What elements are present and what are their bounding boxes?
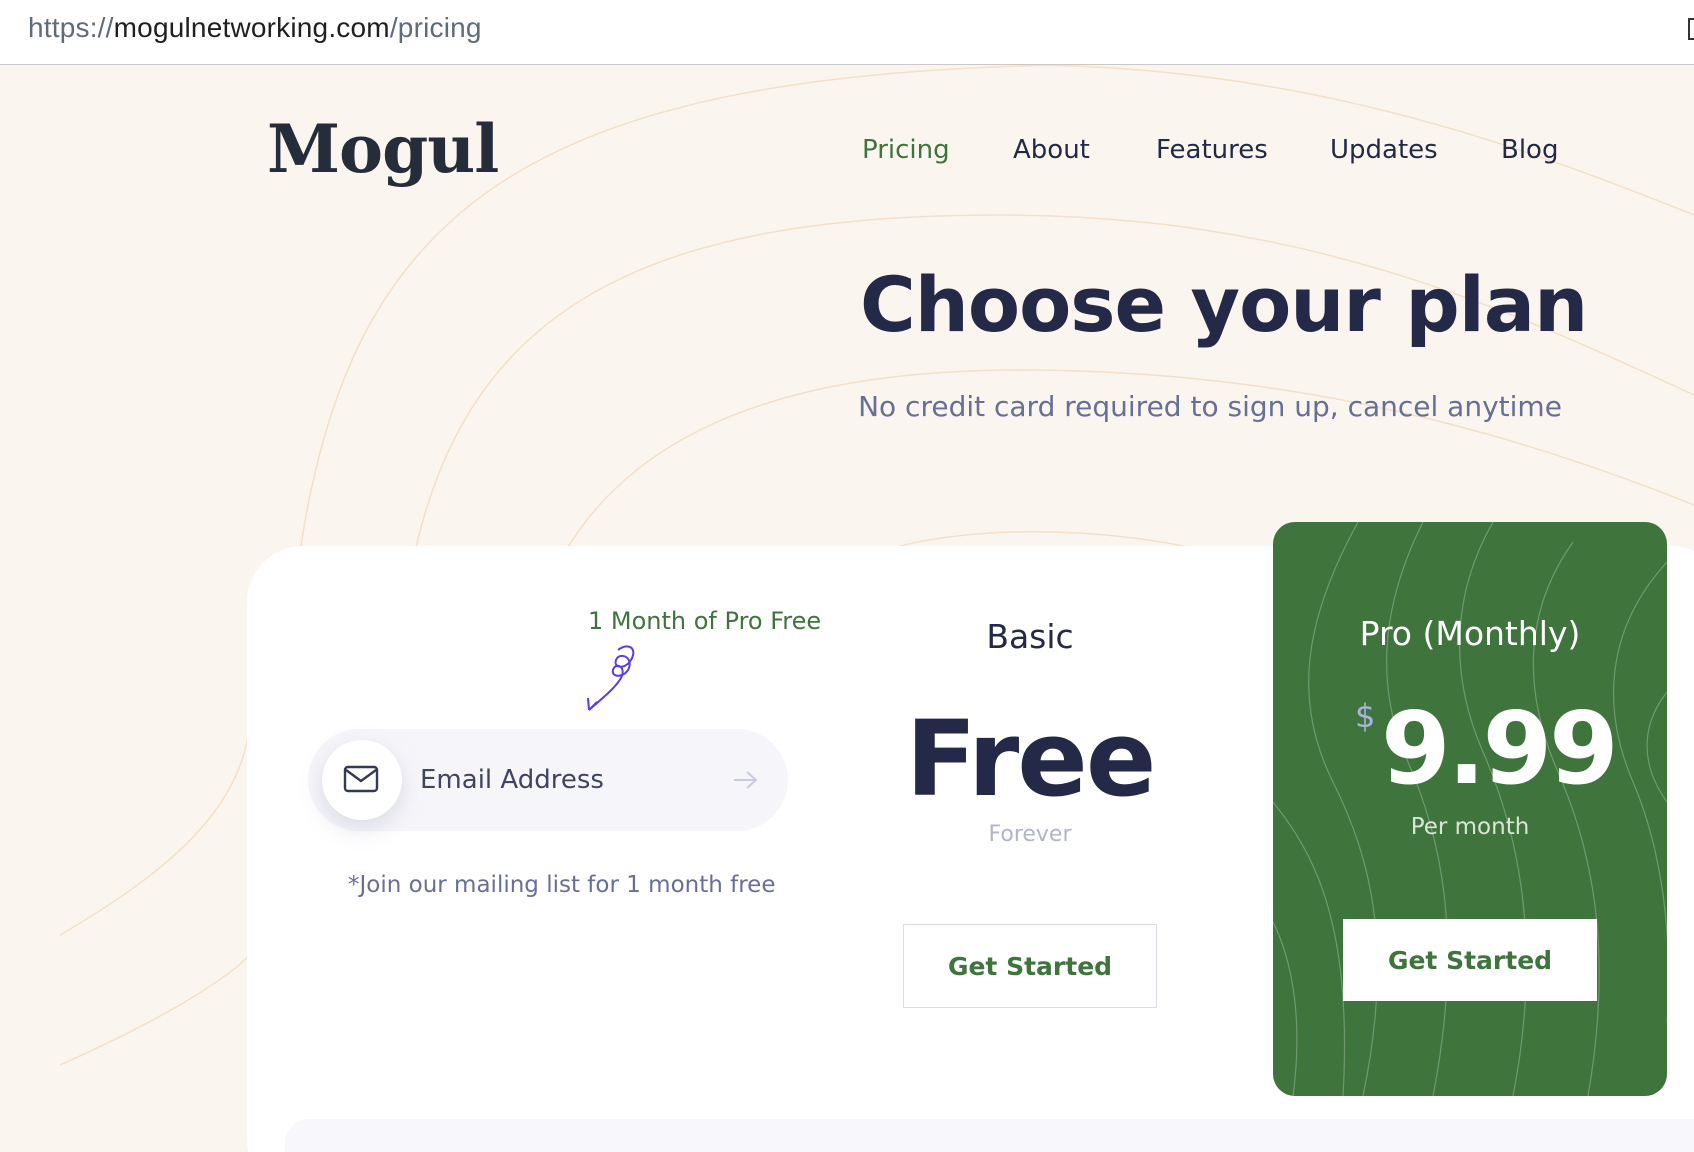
nav-updates[interactable]: Updates — [1330, 135, 1438, 165]
nav-features[interactable]: Features — [1156, 135, 1268, 165]
nav-blog[interactable]: Blog — [1501, 135, 1558, 165]
main-nav: Pricing About Features Updates Blog — [0, 135, 1694, 175]
pro-plan-name: Pro (Monthly) — [1359, 614, 1581, 653]
url-protocol: https:// — [28, 12, 114, 43]
pro-plan-currency: $ — [1355, 697, 1376, 735]
arrow-right-icon[interactable] — [732, 769, 760, 791]
nav-pricing[interactable]: Pricing — [862, 135, 950, 165]
basic-get-started-button[interactable]: Get Started — [903, 924, 1157, 1008]
mailing-list-note: *Join our mailing list for 1 month free — [348, 872, 776, 898]
basic-plan-period: Forever — [988, 822, 1072, 847]
email-signup-field[interactable] — [308, 729, 788, 831]
pricing-page: Mogul Pricing About Features Updates Blo… — [0, 65, 1694, 1152]
url-text[interactable]: https://mogulnetworking.com/pricing — [28, 12, 482, 44]
email-icon-container — [322, 740, 402, 820]
nav-about[interactable]: About — [1013, 135, 1090, 165]
url-domain: mogulnetworking.com — [113, 12, 390, 43]
page-title: Choose your plan — [860, 260, 1588, 349]
envelope-icon — [343, 765, 379, 793]
promo-label: 1 Month of Pro Free — [588, 607, 822, 635]
email-input[interactable] — [418, 757, 722, 803]
sidebar-toggle-icon[interactable] — [1688, 18, 1694, 40]
pro-get-started-button[interactable]: Get Started — [1343, 919, 1597, 1001]
next-section-edge — [285, 1119, 1694, 1152]
pro-card-contour-lines — [1273, 522, 1667, 1096]
pro-plan-period: Per month — [1410, 814, 1530, 840]
basic-plan-price: Free — [905, 698, 1157, 820]
basic-plan-name: Basic — [986, 617, 1074, 656]
page-subtitle: No credit card required to sign up, canc… — [858, 390, 1562, 423]
browser-address-bar[interactable]: https://mogulnetworking.com/pricing — [0, 0, 1694, 65]
pro-plan-price: 9.99 — [1381, 690, 1619, 807]
pro-plan-card: Pro (Monthly) $ 9.99 Per month Get Start… — [1273, 522, 1667, 1096]
squiggle-arrow-icon — [587, 645, 635, 711]
url-path: /pricing — [389, 12, 482, 43]
